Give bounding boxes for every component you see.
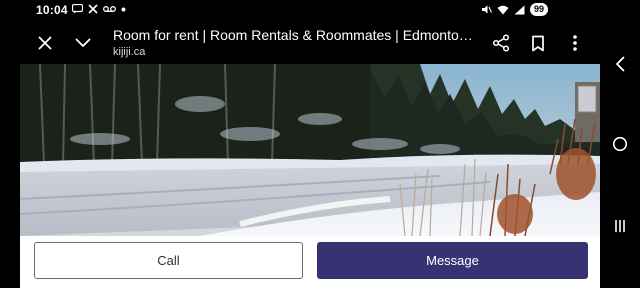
call-button[interactable]: Call: [34, 242, 303, 279]
home-icon: [612, 136, 628, 152]
bookmark-button[interactable]: [526, 31, 550, 55]
page-domain: kijiji.ca: [113, 46, 146, 58]
nav-home-button[interactable]: [608, 132, 632, 156]
nav-back-button[interactable]: [608, 52, 632, 76]
notification-icons: [72, 4, 126, 14]
bookmark-icon: [532, 35, 544, 51]
web-content: Call Message: [20, 64, 600, 288]
system-icons: 99: [481, 3, 548, 16]
dot-icon: [121, 7, 126, 11]
system-nav-bar: [600, 0, 640, 288]
close-icon: [38, 36, 52, 50]
nav-recents-button[interactable]: [608, 214, 632, 238]
signal-icon: [514, 5, 525, 14]
voicemail-icon: [103, 6, 116, 12]
page-title-area[interactable]: Room for rent | Room Rentals & Roommates…: [113, 27, 473, 59]
share-button[interactable]: [489, 31, 513, 55]
overflow-menu-button[interactable]: [563, 31, 587, 55]
more-vert-icon: [573, 35, 577, 51]
chevron-down-icon: [75, 38, 91, 47]
status-time: 10:04: [36, 3, 68, 17]
close-button[interactable]: [33, 31, 57, 55]
message-button[interactable]: Message: [317, 242, 588, 279]
cross-icon: [88, 4, 98, 14]
browser-toolbar: Room for rent | Room Rentals & Roommates…: [20, 22, 600, 64]
share-icon: [492, 34, 510, 52]
mute-icon: [481, 5, 492, 14]
battery-icon: 99: [529, 3, 548, 16]
page-title: Room for rent | Room Rentals & Roommates…: [113, 27, 473, 43]
status-bar: 10:04 99: [0, 0, 600, 22]
back-icon: [616, 56, 625, 72]
listing-photo[interactable]: [20, 64, 600, 236]
message-icon: [72, 4, 83, 14]
contact-action-bar: Call Message: [20, 236, 600, 288]
recents-icon: [615, 219, 625, 233]
wifi-icon: [497, 5, 509, 14]
minimize-button[interactable]: [71, 31, 95, 55]
